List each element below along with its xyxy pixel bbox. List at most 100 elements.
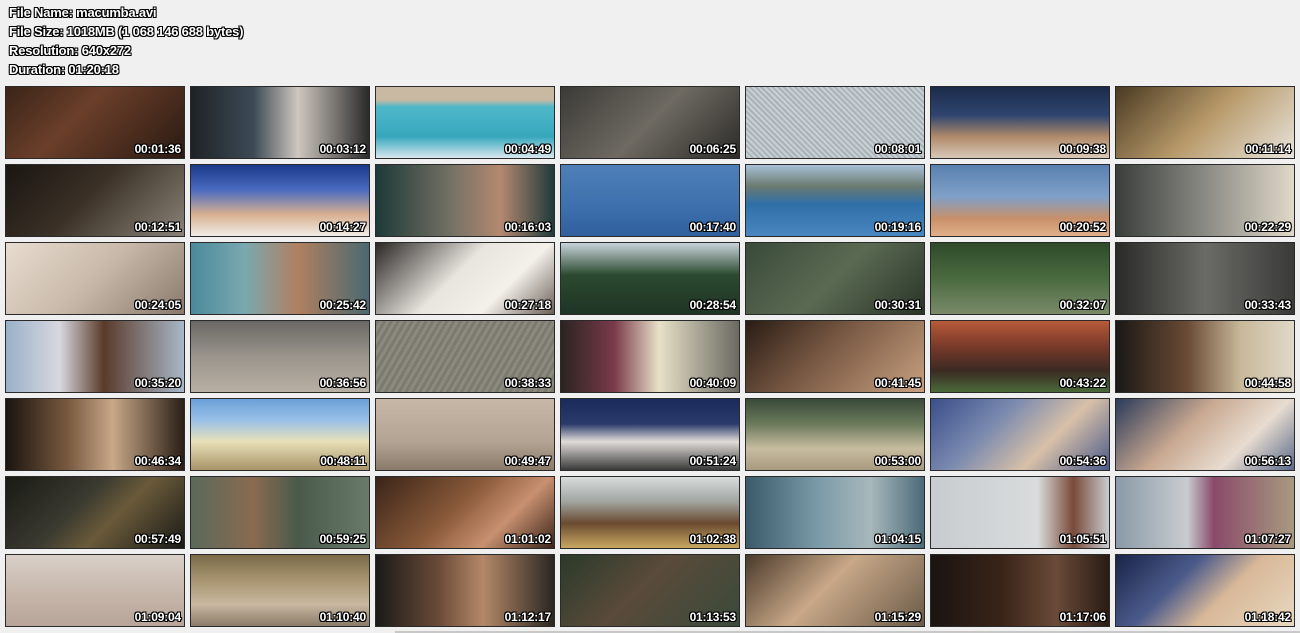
duration-label: Duration: 01:20:18 — [9, 62, 119, 77]
timestamp-label: 01:01:02 — [504, 532, 552, 546]
timestamp-label: 00:44:58 — [1244, 376, 1292, 390]
thumbnail[interactable]: 00:53:00 — [745, 398, 925, 471]
thumbnail[interactable]: 00:16:03 — [375, 164, 555, 237]
thumbnail[interactable]: 00:54:36 — [930, 398, 1110, 471]
thumbnail[interactable]: 01:01:02 — [375, 476, 555, 549]
thumbnail[interactable]: 00:06:25 — [560, 86, 740, 159]
timestamp-label: 00:49:47 — [504, 454, 552, 468]
thumbnail[interactable]: 00:38:33 — [375, 320, 555, 393]
timestamp-label: 00:54:36 — [1059, 454, 1107, 468]
thumbnail[interactable]: 00:41:45 — [745, 320, 925, 393]
file-name-label: File Name: macumba.avi — [9, 5, 157, 20]
thumbnail[interactable]: 01:17:06 — [930, 554, 1110, 627]
thumbnail[interactable]: 00:35:20 — [5, 320, 185, 393]
timestamp-label: 00:17:40 — [689, 220, 737, 234]
contact-sheet: File Name: macumba.avi File Size: 1018MB… — [0, 0, 1300, 633]
thumbnail[interactable]: 00:33:43 — [1115, 242, 1295, 315]
timestamp-label: 01:12:17 — [504, 610, 552, 624]
timestamp-label: 01:10:40 — [319, 610, 367, 624]
thumbnail[interactable]: 00:56:13 — [1115, 398, 1295, 471]
timestamp-label: 01:09:04 — [134, 610, 182, 624]
timestamp-label: 00:06:25 — [689, 142, 737, 156]
timestamp-label: 00:57:49 — [134, 532, 182, 546]
timestamp-label: 00:59:25 — [319, 532, 367, 546]
timestamp-label: 00:40:09 — [689, 376, 737, 390]
timestamp-label: 00:14:27 — [319, 220, 367, 234]
thumbnail[interactable]: 01:13:53 — [560, 554, 740, 627]
thumbnail[interactable]: 00:01:36 — [5, 86, 185, 159]
timestamp-label: 01:02:38 — [689, 532, 737, 546]
thumbnail[interactable]: 00:49:47 — [375, 398, 555, 471]
timestamp-label: 00:01:36 — [134, 142, 182, 156]
thumbnail[interactable]: 00:32:07 — [930, 242, 1110, 315]
timestamp-label: 00:56:13 — [1244, 454, 1292, 468]
timestamp-label: 00:38:33 — [504, 376, 552, 390]
thumbnail[interactable]: 01:10:40 — [190, 554, 370, 627]
thumbnail[interactable]: 01:07:27 — [1115, 476, 1295, 549]
thumbnail[interactable]: 00:19:16 — [745, 164, 925, 237]
thumbnail[interactable]: 00:30:31 — [745, 242, 925, 315]
timestamp-label: 00:30:31 — [874, 298, 922, 312]
thumbnail[interactable]: 00:04:49 — [375, 86, 555, 159]
thumbnail[interactable]: 00:22:29 — [1115, 164, 1295, 237]
timestamp-label: 00:19:16 — [874, 220, 922, 234]
thumbnail[interactable]: 00:08:01 — [745, 86, 925, 159]
file-info-header: File Name: macumba.avi File Size: 1018MB… — [9, 3, 609, 79]
thumbnail[interactable]: 00:44:58 — [1115, 320, 1295, 393]
thumbnail[interactable]: 00:36:56 — [190, 320, 370, 393]
timestamp-label: 01:05:51 — [1059, 532, 1107, 546]
thumbnail[interactable]: 00:25:42 — [190, 242, 370, 315]
thumbnail[interactable]: 01:05:51 — [930, 476, 1110, 549]
timestamp-label: 00:33:43 — [1244, 298, 1292, 312]
timestamp-label: 00:35:20 — [134, 376, 182, 390]
thumbnail[interactable]: 01:15:29 — [745, 554, 925, 627]
timestamp-label: 00:28:54 — [689, 298, 737, 312]
timestamp-label: 00:51:24 — [689, 454, 737, 468]
thumbnail[interactable]: 00:20:52 — [930, 164, 1110, 237]
timestamp-label: 00:11:14 — [1245, 142, 1291, 156]
thumbnail[interactable]: 00:59:25 — [190, 476, 370, 549]
thumbnail[interactable]: 00:03:12 — [190, 86, 370, 159]
timestamp-label: 00:24:05 — [134, 298, 182, 312]
timestamp-label: 00:04:49 — [504, 142, 552, 156]
timestamp-label: 01:17:06 — [1059, 610, 1107, 624]
timestamp-label: 00:08:01 — [874, 142, 922, 156]
thumbnail[interactable]: 01:09:04 — [5, 554, 185, 627]
timestamp-label: 00:22:29 — [1244, 220, 1292, 234]
timestamp-label: 00:53:00 — [874, 454, 922, 468]
timestamp-label: 00:25:42 — [319, 298, 367, 312]
file-size-label: File Size: 1018MB (1 068 146 688 bytes) — [9, 24, 244, 39]
thumbnail[interactable]: 00:40:09 — [560, 320, 740, 393]
timestamp-label: 00:36:56 — [319, 376, 367, 390]
timestamp-label: 00:43:22 — [1059, 376, 1107, 390]
thumbnail[interactable]: 01:18:42 — [1115, 554, 1295, 627]
thumbnail[interactable]: 01:04:15 — [745, 476, 925, 549]
timestamp-label: 00:46:34 — [134, 454, 182, 468]
resolution-label: Resolution: 640x272 — [9, 43, 131, 58]
thumbnail[interactable]: 00:57:49 — [5, 476, 185, 549]
thumbnail[interactable]: 00:24:05 — [5, 242, 185, 315]
thumbnail[interactable]: 00:43:22 — [930, 320, 1110, 393]
thumbnail[interactable]: 00:28:54 — [560, 242, 740, 315]
thumbnail[interactable]: 00:46:34 — [5, 398, 185, 471]
thumbnail-grid: 00:01:36 00:03:12 00:04:49 00:06:25 00:08:01… — [5, 86, 1295, 627]
timestamp-label: 00:09:38 — [1059, 142, 1107, 156]
timestamp-label: 01:04:15 — [874, 532, 922, 546]
thumbnail[interactable]: 00:09:38 — [930, 86, 1110, 159]
timestamp-label: 00:20:52 — [1059, 220, 1107, 234]
timestamp-label: 01:07:27 — [1244, 532, 1292, 546]
thumbnail[interactable]: 00:51:24 — [560, 398, 740, 471]
thumbnail[interactable]: 00:27:18 — [375, 242, 555, 315]
timestamp-label: 00:16:03 — [504, 220, 552, 234]
timestamp-label: 00:27:18 — [504, 298, 552, 312]
thumbnail[interactable]: 00:14:27 — [190, 164, 370, 237]
timestamp-label: 00:41:45 — [874, 376, 922, 390]
timestamp-label: 01:18:42 — [1244, 610, 1292, 624]
thumbnail[interactable]: 00:12:51 — [5, 164, 185, 237]
thumbnail[interactable]: 00:48:11 — [190, 398, 370, 471]
thumbnail[interactable]: 01:12:17 — [375, 554, 555, 627]
timestamp-label: 01:15:29 — [874, 610, 922, 624]
thumbnail[interactable]: 00:11:14 — [1115, 86, 1295, 159]
thumbnail[interactable]: 00:17:40 — [560, 164, 740, 237]
thumbnail[interactable]: 01:02:38 — [560, 476, 740, 549]
